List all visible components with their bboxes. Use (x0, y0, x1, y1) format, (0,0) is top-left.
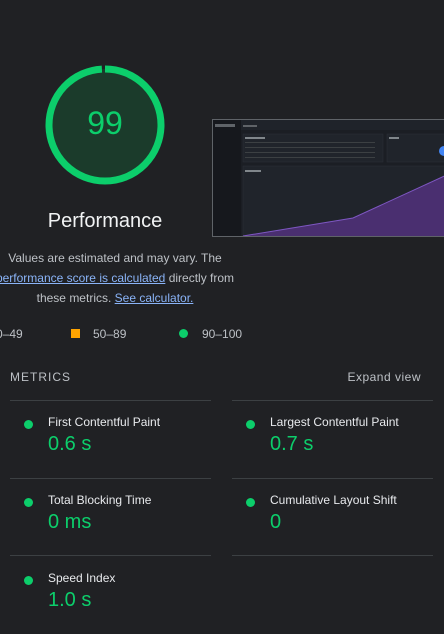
metric-name: Cumulative Layout Shift (270, 493, 397, 507)
metric-divider (10, 400, 211, 401)
pass-circle-icon (246, 498, 255, 507)
metric-name: Largest Contentful Paint (270, 415, 399, 429)
metric-value: 0.6 s (48, 433, 92, 455)
metric-divider (232, 478, 433, 479)
metrics-section-title: METRICS (10, 370, 71, 384)
metric-name: Total Blocking Time (48, 493, 152, 507)
see-calculator-link[interactable]: See calculator. (115, 291, 194, 305)
expand-view-toggle[interactable]: Expand view (347, 370, 421, 384)
pass-circle-icon (24, 576, 33, 585)
lighthouse-report: 99 Performance Values are estimated and … (0, 0, 444, 634)
performance-score-value: 99 (87, 105, 123, 141)
legend-pass-label: 90–100 (202, 327, 243, 341)
pass-circle-icon (179, 329, 188, 339)
metric-value: 1.0 s (48, 589, 92, 611)
description-text-before: Values are estimated and may vary. The (8, 251, 222, 265)
score-description: Values are estimated and may vary. The p… (0, 248, 250, 308)
metric-divider (10, 478, 211, 479)
pass-circle-icon (24, 420, 33, 429)
metric-divider (232, 400, 433, 401)
metric-divider (232, 555, 433, 556)
legend-pass: 90–100 (179, 326, 242, 342)
legend-average: 50–89 (71, 326, 126, 342)
score-calculation-link[interactable]: performance score is calculated (0, 271, 165, 285)
metric-value: 0 (270, 511, 282, 533)
screenshot-image (213, 120, 444, 236)
score-legend: 0–49 50–89 90–100 (0, 326, 444, 342)
legend-fail: 0–49 (0, 326, 23, 342)
metric-name: Speed Index (48, 571, 116, 585)
final-screenshot-thumbnail[interactable] (212, 119, 444, 237)
metric-name: First Contentful Paint (48, 415, 161, 429)
pass-circle-icon (246, 420, 255, 429)
legend-average-label: 50–89 (93, 327, 127, 341)
average-square-icon (71, 329, 80, 339)
performance-score-label: Performance (47, 210, 163, 232)
pass-circle-icon (24, 498, 33, 507)
metric-value: 0.7 s (270, 433, 314, 455)
legend-fail-label: 0–49 (0, 327, 23, 341)
metric-value: 0 ms (48, 511, 92, 533)
metric-divider (10, 555, 211, 556)
